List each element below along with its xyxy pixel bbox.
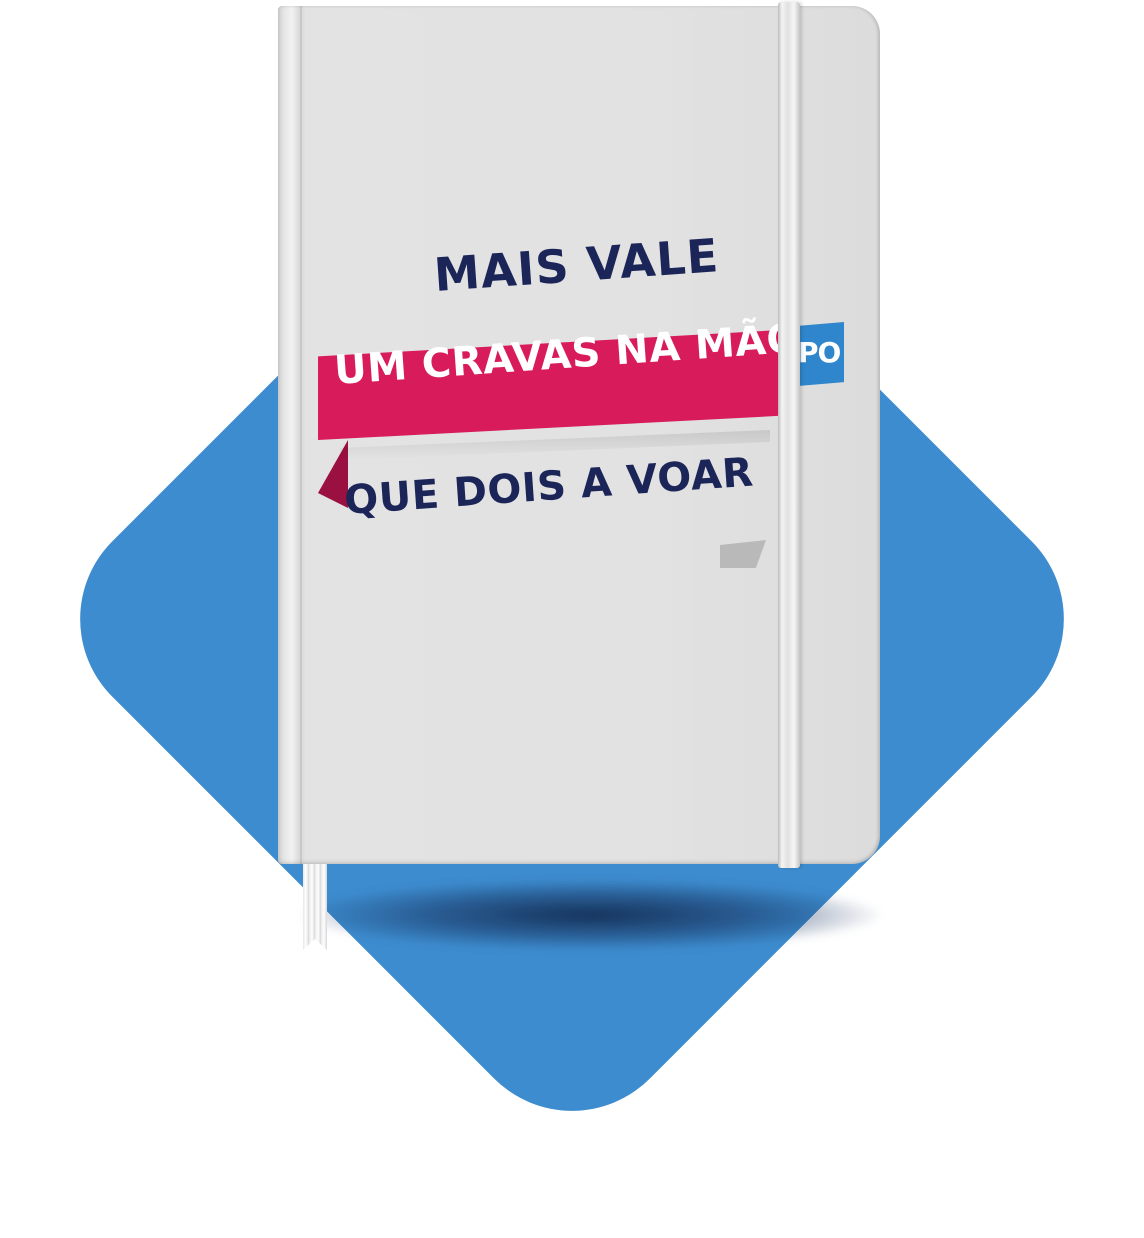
blue-tag-text: PO <box>798 336 841 369</box>
bookmark-ribbon <box>303 858 327 950</box>
notebook-shadow <box>300 880 880 950</box>
elastic-band <box>778 2 800 868</box>
notebook-spine <box>300 6 302 864</box>
